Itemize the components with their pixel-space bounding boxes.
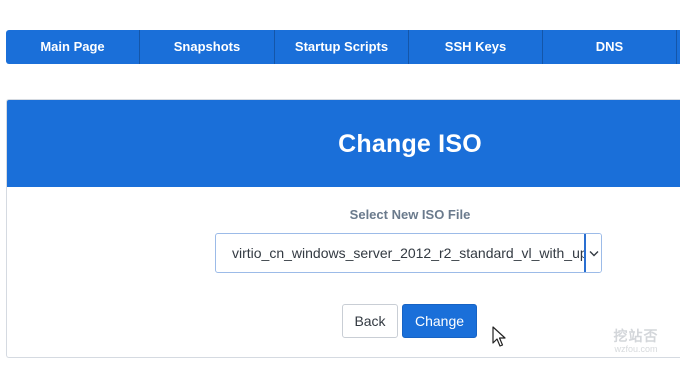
back-button[interactable]: Back [342,304,398,338]
top-nav-bar: Main Page Snapshots Startup Scripts SSH … [6,30,680,64]
iso-select-value: virtio_cn_windows_server_2012_r2_standar… [232,245,584,261]
page-title: Change ISO [338,130,482,158]
watermark-url: wzfou.com [614,344,658,354]
nav-tab-startup-scripts[interactable]: Startup Scripts [275,30,409,64]
nav-tab-ssh-keys[interactable]: SSH Keys [409,30,543,64]
watermark-text: 挖站否 [613,328,659,344]
iso-file-label: Select New ISO File [349,207,471,222]
mouse-pointer-icon [492,326,506,347]
nav-tab-main-page[interactable]: Main Page [6,30,140,64]
nav-tab-snapshots[interactable]: Snapshots [140,30,275,64]
card-header: Change ISO [7,100,680,187]
change-iso-card: Change ISO Select New ISO File virtio_cn… [6,99,680,358]
iso-file-select[interactable]: virtio_cn_windows_server_2012_r2_standar… [215,233,602,273]
chevron-down-icon[interactable] [584,234,601,272]
change-button[interactable]: Change [402,304,477,338]
nav-tab-dns[interactable]: DNS [543,30,677,64]
watermark-logo: 挖站否 wzfou.com [600,328,672,355]
